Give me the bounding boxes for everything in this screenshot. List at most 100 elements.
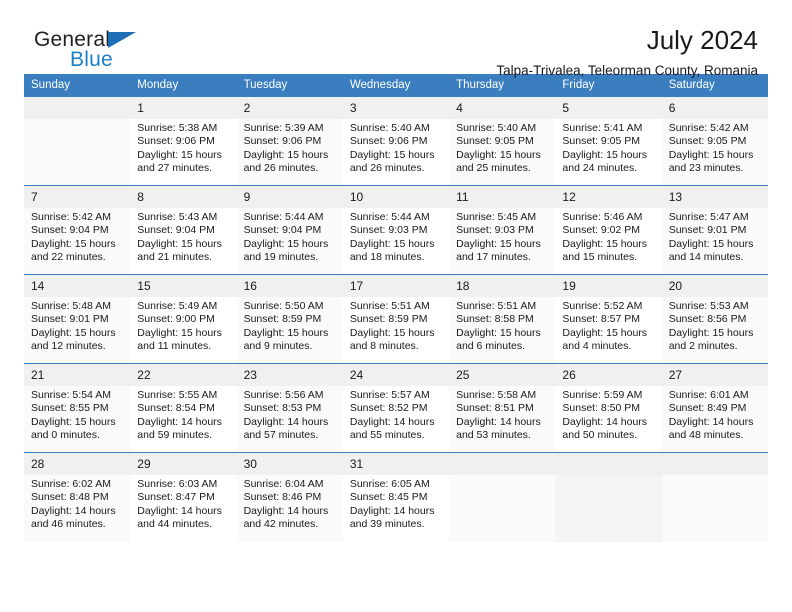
- calendar-day-cell[interactable]: 1 Sunrise: 5:38 AM Sunset: 9:06 PM Daylight…: [130, 96, 237, 186]
- calendar-day-cell[interactable]: 6 Sunrise: 5:42 AM Sunset: 9:05 PM Daylight…: [661, 96, 768, 186]
- sunset-text: Sunset: 8:53 PM: [243, 402, 322, 415]
- day-cell-inner: 26 Sunrise: 5:59 AM Sunset: 8:50 PM Dayligh…: [555, 364, 662, 452]
- sunrise-text: Sunrise: 5:38 AM: [137, 122, 218, 134]
- sunset-text: Sunset: 9:06 PM: [243, 135, 322, 148]
- calendar-day-cell[interactable]: 8 Sunrise: 5:43 AM Sunset: 9:04 PM Daylight…: [130, 185, 237, 275]
- day-info: Sunrise: 5:58 AM Sunset: 8:51 PM Daylight:…: [449, 386, 555, 443]
- calendar-day-cell[interactable]: 14 Sunrise: 5:48 AM Sunset: 9:01 PM Dayligh…: [24, 274, 131, 364]
- day-cell-inner: 13 Sunrise: 5:47 AM Sunset: 9:01 PM Dayligh…: [661, 186, 768, 274]
- sunset-text: Sunset: 8:58 PM: [456, 313, 534, 326]
- sunset-text: Sunset: 9:01 PM: [31, 313, 109, 326]
- sunset-text: Sunset: 9:06 PM: [349, 135, 428, 148]
- calendar-day-cell[interactable]: 29 Sunrise: 6:03 AM Sunset: 8:47 PM Dayligh…: [130, 452, 237, 542]
- daylight-text: Daylight: 14 hours and 55 minutes.: [349, 415, 435, 442]
- day-cell-inner: 17 Sunrise: 5:51 AM Sunset: 8:59 PM Dayligh…: [342, 275, 450, 363]
- daylight-text: Daylight: 15 hours and 14 minutes.: [668, 237, 754, 264]
- calendar-day-cell[interactable]: 20 Sunrise: 5:53 AM Sunset: 8:56 PM Dayligh…: [661, 274, 768, 364]
- daylight-text: Daylight: 15 hours and 0 minutes.: [31, 415, 116, 442]
- day-number: 15: [130, 275, 237, 297]
- day-cell-inner: 11 Sunrise: 5:45 AM Sunset: 9:03 PM Dayligh…: [449, 186, 556, 274]
- calendar-day-cell[interactable]: 11 Sunrise: 5:45 AM Sunset: 9:03 PM Dayligh…: [449, 185, 556, 275]
- sunset-text: Sunset: 8:59 PM: [349, 313, 428, 326]
- calendar-day-cell[interactable]: 15 Sunrise: 5:49 AM Sunset: 9:00 PM Dayligh…: [130, 274, 237, 364]
- calendar-week-row: 28 Sunrise: 6:02 AM Sunset: 8:48 PM Dayligh…: [24, 452, 768, 542]
- calendar-day-cell[interactable]: 25 Sunrise: 5:58 AM Sunset: 8:51 PM Dayligh…: [449, 363, 556, 453]
- sunset-text: Sunset: 9:04 PM: [137, 224, 215, 237]
- day-number: 21: [24, 364, 131, 386]
- sunset-text: Sunset: 8:50 PM: [562, 402, 641, 415]
- calendar-day-cell[interactable]: 28 Sunrise: 6:02 AM Sunset: 8:48 PM Dayligh…: [24, 452, 131, 542]
- calendar-day-cell[interactable]: 27 Sunrise: 6:01 AM Sunset: 8:49 PM Dayligh…: [661, 363, 768, 453]
- calendar-day-cell[interactable]: 5 Sunrise: 5:41 AM Sunset: 9:05 PM Daylight…: [555, 96, 662, 186]
- calendar-week-row: 14 Sunrise: 5:48 AM Sunset: 9:01 PM Dayligh…: [24, 274, 768, 364]
- calendar-day-cell[interactable]: 16 Sunrise: 5:50 AM Sunset: 8:59 PM Dayligh…: [236, 274, 343, 364]
- daylight-text: Daylight: 14 hours and 48 minutes.: [668, 415, 754, 442]
- day-number: 29: [130, 453, 237, 475]
- day-number: [661, 453, 768, 475]
- day-cell-inner: 14 Sunrise: 5:48 AM Sunset: 9:01 PM Dayligh…: [24, 275, 131, 363]
- sunrise-text: Sunrise: 5:49 AM: [137, 300, 218, 312]
- calendar-day-cell[interactable]: 24 Sunrise: 5:57 AM Sunset: 8:52 PM Dayligh…: [342, 363, 450, 453]
- sunrise-text: Sunrise: 6:02 AM: [31, 478, 111, 490]
- calendar-day-cell[interactable]: 9 Sunrise: 5:44 AM Sunset: 9:04 PM Daylight…: [236, 185, 343, 275]
- calendar-day-cell[interactable]: 3 Sunrise: 5:40 AM Sunset: 9:06 PM Daylight…: [342, 96, 450, 186]
- sunset-text: Sunset: 9:03 PM: [456, 224, 534, 237]
- day-number: [555, 453, 662, 475]
- calendar-day-cell[interactable]: 18 Sunrise: 5:51 AM Sunset: 8:58 PM Dayligh…: [449, 274, 556, 364]
- calendar-day-cell[interactable]: 7 Sunrise: 5:42 AM Sunset: 9:04 PM Daylight…: [24, 185, 131, 275]
- general-blue-logo[interactable]: General Blue: [34, 28, 214, 76]
- calendar-day-cell[interactable]: 12 Sunrise: 5:46 AM Sunset: 9:02 PM Dayligh…: [555, 185, 662, 275]
- calendar-day-cell[interactable]: 19 Sunrise: 5:52 AM Sunset: 8:57 PM Dayligh…: [555, 274, 662, 364]
- sunset-text: Sunset: 9:04 PM: [243, 224, 322, 237]
- day-info: Sunrise: 5:42 AM Sunset: 9:04 PM Daylight:…: [24, 208, 130, 265]
- calendar-day-cell[interactable]: 17 Sunrise: 5:51 AM Sunset: 8:59 PM Dayligh…: [342, 274, 450, 364]
- calendar-day-cell[interactable]: 30 Sunrise: 6:04 AM Sunset: 8:46 PM Dayligh…: [236, 452, 343, 542]
- day-number: 8: [130, 186, 237, 208]
- calendar-day-cell[interactable]: 4 Sunrise: 5:40 AM Sunset: 9:05 PM Daylight…: [449, 96, 556, 186]
- day-number: 5: [555, 97, 662, 119]
- day-cell-inner: 1 Sunrise: 5:38 AM Sunset: 9:06 PM Daylight…: [130, 97, 237, 185]
- calendar-day-cell[interactable]: 10 Sunrise: 5:44 AM Sunset: 9:03 PM Dayligh…: [342, 185, 450, 275]
- calendar-cell-empty: [24, 96, 131, 186]
- sunset-text: Sunset: 8:51 PM: [456, 402, 534, 415]
- calendar-day-cell[interactable]: 21 Sunrise: 5:54 AM Sunset: 8:55 PM Dayligh…: [24, 363, 131, 453]
- page-title: July 2024: [646, 25, 758, 55]
- sunrise-text: Sunrise: 5:48 AM: [31, 300, 111, 312]
- day-number: 27: [661, 364, 768, 386]
- calendar-day-cell[interactable]: 26 Sunrise: 5:59 AM Sunset: 8:50 PM Dayligh…: [555, 363, 662, 453]
- sunrise-text: Sunrise: 5:55 AM: [137, 389, 218, 401]
- day-number: 11: [449, 186, 556, 208]
- weekday-header-wednesday: Wednesday: [342, 74, 450, 97]
- day-info: Sunrise: 5:54 AM Sunset: 8:55 PM Daylight:…: [24, 386, 130, 443]
- sunset-text: Sunset: 8:46 PM: [243, 491, 322, 504]
- day-info: Sunrise: 5:42 AM Sunset: 9:05 PM Daylight:…: [662, 119, 768, 176]
- weekday-header-sunday: Sunday: [24, 74, 131, 97]
- daylight-text: Daylight: 15 hours and 26 minutes.: [349, 148, 435, 175]
- day-number: 20: [661, 275, 768, 297]
- sunrise-text: Sunrise: 5:53 AM: [668, 300, 749, 312]
- daylight-text: Daylight: 14 hours and 39 minutes.: [349, 504, 435, 531]
- day-number: 1: [130, 97, 237, 119]
- day-number: 24: [342, 364, 450, 386]
- calendar-day-cell[interactable]: 22 Sunrise: 5:55 AM Sunset: 8:54 PM Dayligh…: [130, 363, 237, 453]
- calendar-day-cell[interactable]: 31 Sunrise: 6:05 AM Sunset: 8:45 PM Dayligh…: [342, 452, 450, 542]
- day-info: Sunrise: 6:05 AM Sunset: 8:45 PM Daylight:…: [343, 475, 449, 532]
- day-info: Sunrise: 5:59 AM Sunset: 8:50 PM Daylight:…: [555, 386, 661, 443]
- day-cell-inner: 27 Sunrise: 6:01 AM Sunset: 8:49 PM Dayligh…: [661, 364, 768, 452]
- day-number: 28: [24, 453, 131, 475]
- day-cell-inner: 10 Sunrise: 5:44 AM Sunset: 9:03 PM Dayligh…: [342, 186, 450, 274]
- sunset-text: Sunset: 8:54 PM: [137, 402, 215, 415]
- calendar-day-cell[interactable]: 2 Sunrise: 5:39 AM Sunset: 9:06 PM Daylight…: [236, 96, 343, 186]
- sunrise-text: Sunrise: 5:58 AM: [456, 389, 537, 401]
- daylight-text: Daylight: 15 hours and 23 minutes.: [668, 148, 754, 175]
- weekday-header-monday: Monday: [130, 74, 237, 97]
- day-number: 6: [661, 97, 768, 119]
- calendar-day-cell[interactable]: 13 Sunrise: 5:47 AM Sunset: 9:01 PM Dayligh…: [661, 185, 768, 275]
- day-info: Sunrise: 6:04 AM Sunset: 8:46 PM Daylight:…: [237, 475, 343, 532]
- sunset-text: Sunset: 9:03 PM: [349, 224, 428, 237]
- day-number: [449, 453, 556, 475]
- daylight-text: Daylight: 14 hours and 57 minutes.: [243, 415, 329, 442]
- sunrise-text: Sunrise: 5:40 AM: [456, 122, 537, 134]
- calendar-day-cell[interactable]: 23 Sunrise: 5:56 AM Sunset: 8:53 PM Dayligh…: [236, 363, 343, 453]
- weekday-header-tuesday: Tuesday: [236, 74, 343, 97]
